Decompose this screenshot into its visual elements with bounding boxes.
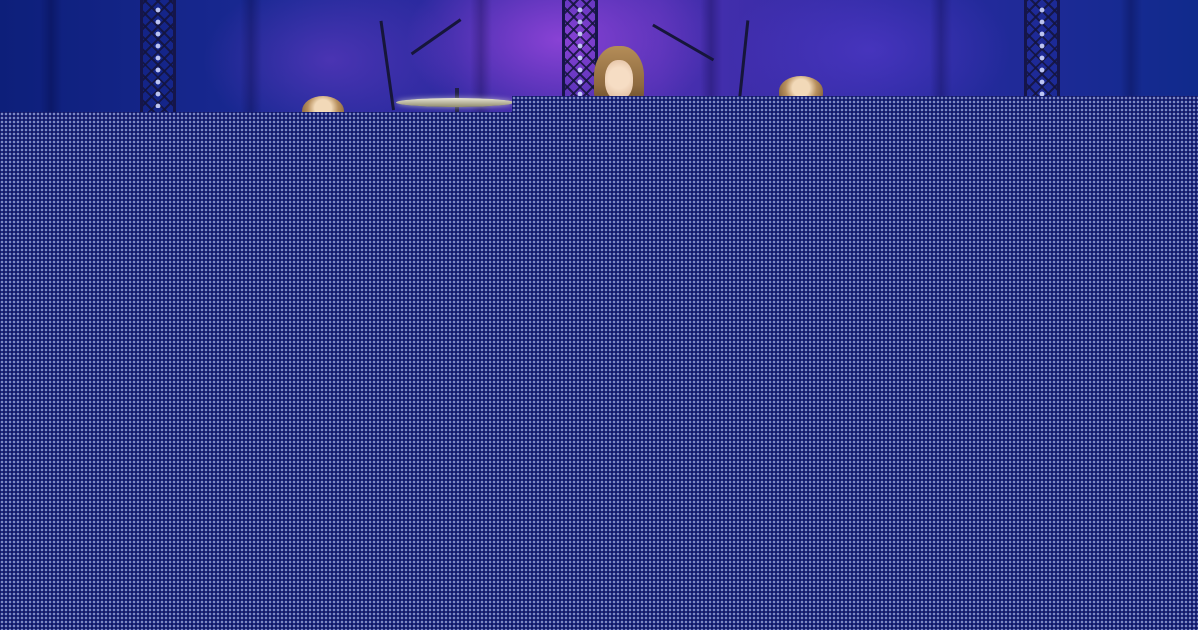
curtain-fold [240,0,262,120]
mic-stand-left [379,20,395,111]
lighting-truss-left [140,0,176,112]
cymbal [396,98,514,107]
truss-lights [155,4,161,108]
pixel-pattern-overlay [512,96,1198,112]
truss-lights [577,4,583,108]
mic-boom-left [410,18,462,56]
singer-face [605,60,633,100]
curtain-fold [40,0,62,120]
lighting-truss-right [1024,0,1060,108]
mic-stand-right [738,20,750,101]
photo-scene [0,0,1198,630]
pixel-pattern-overlay [0,112,1198,630]
lighting-truss-center [562,0,598,108]
truss-lights [1039,4,1045,108]
